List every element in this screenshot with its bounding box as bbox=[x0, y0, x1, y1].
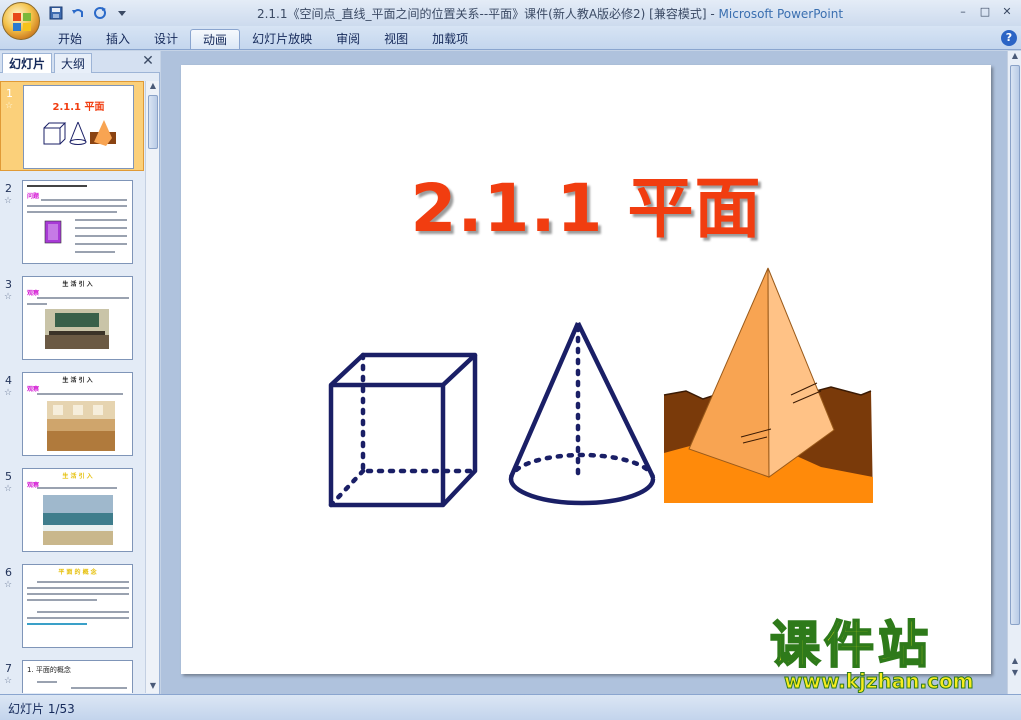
watermark-text: 课件站 bbox=[769, 616, 932, 674]
ribbon-tabs: 开始 插入 设计 动画 幻灯片放映 审阅 视图 加载项 bbox=[46, 29, 480, 49]
panel-tabs: 幻灯片 大纲 ✕ bbox=[0, 51, 160, 73]
title-bar: 2.1.1《空间点_直线_平面之间的位置关系--平面》课件(新人教A版必修2) … bbox=[0, 0, 1021, 26]
slide-thumbnail[interactable]: 5 ☆ 生 活 引 入 观察 bbox=[0, 465, 144, 555]
thumb-title: 生 活 引 入 bbox=[62, 281, 93, 288]
thumb-heading: 观察 bbox=[27, 386, 40, 393]
thumbnail-scrollbar[interactable]: ▲ ▼ bbox=[145, 81, 159, 693]
app-name: Microsoft PowerPoint bbox=[718, 7, 844, 21]
office-button[interactable] bbox=[2, 2, 40, 40]
thumb-title: 2.1.1 平面 bbox=[52, 102, 105, 113]
slide-thumbnail[interactable]: 1 ☆ 2.1.1 平面 bbox=[0, 81, 144, 171]
scroll-down-icon[interactable]: ▼ bbox=[146, 681, 160, 693]
slide-number: 7 bbox=[5, 662, 12, 675]
window-controls: – □ ✕ bbox=[953, 2, 1017, 20]
redo-icon[interactable] bbox=[92, 5, 108, 21]
animation-star-icon: ☆ bbox=[4, 388, 13, 398]
slide-editing-area: 2.1.1 平面 bbox=[161, 51, 1007, 694]
slide-thumbnail[interactable]: 3 ☆ 生 活 引 入 观察 bbox=[0, 273, 144, 363]
animation-star-icon: ☆ bbox=[5, 101, 14, 111]
tab-outline[interactable]: 大纲 bbox=[54, 53, 93, 73]
slide-thumbnail-list: 1 ☆ 2.1.1 平面 2 ☆ 问题 3 ☆ 生 活 引 入 观察 4 ☆ 生… bbox=[0, 81, 144, 693]
thumb-title: 1. 平面的概念 bbox=[27, 666, 71, 674]
animation-star-icon: ☆ bbox=[4, 676, 13, 686]
slide-preview: 生 活 引 入 观察 bbox=[22, 372, 133, 456]
slide-preview: 生 活 引 入 观察 bbox=[22, 468, 133, 552]
save-icon[interactable] bbox=[48, 5, 64, 21]
slide-number: 1 bbox=[6, 87, 13, 100]
status-bar: 幻灯片 1/53 bbox=[0, 694, 1021, 720]
watermark-logo: 课件站 www.kjzhan.com bbox=[769, 616, 1010, 697]
slides-panel: 幻灯片 大纲 ✕ 1 ☆ 2.1.1 平面 2 ☆ 问题 3 ☆ 生 活 引 入… bbox=[0, 51, 160, 694]
office-logo-icon bbox=[13, 13, 31, 31]
maximize-button[interactable]: □ bbox=[975, 2, 995, 20]
help-icon[interactable]: ? bbox=[1001, 30, 1017, 46]
ribbon-tab-bar: 开始 插入 设计 动画 幻灯片放映 审阅 视图 加载项 ? bbox=[0, 26, 1021, 50]
customize-icon[interactable] bbox=[114, 5, 130, 21]
close-panel-icon[interactable]: ✕ bbox=[140, 54, 156, 70]
animation-star-icon: ☆ bbox=[4, 580, 13, 590]
tab-animations[interactable]: 动画 bbox=[190, 29, 241, 49]
quick-access-toolbar bbox=[48, 4, 130, 22]
beach-photo bbox=[43, 495, 113, 545]
thumb-title: 生 活 引 入 bbox=[62, 377, 93, 384]
tab-addins[interactable]: 加载项 bbox=[420, 29, 480, 49]
slide-thumbnail[interactable]: 2 ☆ 问题 bbox=[0, 177, 144, 267]
slide-thumbnail[interactable]: 6 ☆ 平 面 的 概 念 bbox=[0, 561, 144, 651]
watermark-url: www.kjzhan.com bbox=[784, 669, 975, 694]
scrollbar-thumb[interactable] bbox=[148, 95, 158, 149]
slide-number: 5 bbox=[5, 470, 12, 483]
cone-shape[interactable] bbox=[508, 322, 656, 506]
close-button[interactable]: ✕ bbox=[997, 2, 1017, 20]
slide-scrollbar[interactable]: ▲ ▲ ▼ bbox=[1007, 51, 1021, 694]
undo-icon[interactable] bbox=[70, 5, 86, 21]
slide-preview: 问题 bbox=[22, 180, 133, 264]
tab-view[interactable]: 视图 bbox=[372, 29, 420, 49]
animation-star-icon: ☆ bbox=[4, 292, 13, 302]
scroll-up-icon[interactable]: ▲ bbox=[1008, 51, 1021, 63]
current-slide[interactable]: 2.1.1 平面 bbox=[181, 65, 991, 674]
slide-counter: 幻灯片 1/53 bbox=[8, 702, 75, 716]
window-title: 2.1.1《空间点_直线_平面之间的位置关系--平面》课件(新人教A版必修2) … bbox=[256, 7, 844, 21]
tab-insert[interactable]: 插入 bbox=[94, 29, 142, 49]
pyramid-shape[interactable] bbox=[663, 267, 873, 503]
slide-number: 3 bbox=[5, 278, 12, 291]
thumb-title: 平 面 的 概 念 bbox=[58, 569, 97, 576]
minimize-button[interactable]: – bbox=[953, 2, 973, 20]
tab-slides[interactable]: 幻灯片 bbox=[2, 53, 53, 73]
slide-preview: 生 活 引 入 观察 bbox=[22, 276, 133, 360]
tab-review[interactable]: 审阅 bbox=[324, 29, 372, 49]
document-title: 2.1.1《空间点_直线_平面之间的位置关系--平面》课件(新人教A版必修2) … bbox=[256, 7, 707, 21]
tab-design[interactable]: 设计 bbox=[142, 29, 190, 49]
scrollbar-thumb[interactable] bbox=[1010, 65, 1020, 625]
animation-star-icon: ☆ bbox=[4, 484, 13, 494]
tab-home[interactable]: 开始 bbox=[46, 29, 94, 49]
slide-thumbnail[interactable]: 4 ☆ 生 活 引 入 观察 bbox=[0, 369, 144, 459]
tab-slideshow[interactable]: 幻灯片放映 bbox=[240, 29, 324, 49]
thumb-title: 生 活 引 入 bbox=[62, 473, 93, 480]
slide-preview: 1. 平面的概念 bbox=[22, 660, 133, 693]
animation-star-icon: ☆ bbox=[4, 196, 13, 206]
thumb-heading: 观察 bbox=[27, 290, 40, 297]
classroom-photo bbox=[45, 309, 109, 349]
gym-floor-photo bbox=[47, 401, 115, 451]
cube-shape[interactable] bbox=[328, 352, 478, 508]
thumb-prism-icon bbox=[44, 220, 62, 244]
slide-number: 2 bbox=[5, 182, 12, 195]
slide-number: 4 bbox=[5, 374, 12, 387]
thumb-heading: 问题 bbox=[27, 193, 40, 200]
slide-number: 6 bbox=[5, 566, 12, 579]
thumb-shapes-icon bbox=[43, 120, 116, 146]
slide-preview: 平 面 的 概 念 bbox=[22, 564, 133, 648]
geometric-shapes bbox=[328, 267, 873, 508]
scroll-up-icon[interactable]: ▲ bbox=[146, 81, 160, 93]
slide-thumbnail[interactable]: 7 ☆ 1. 平面的概念 bbox=[0, 657, 144, 693]
slide-preview: 2.1.1 平面 bbox=[23, 85, 134, 169]
